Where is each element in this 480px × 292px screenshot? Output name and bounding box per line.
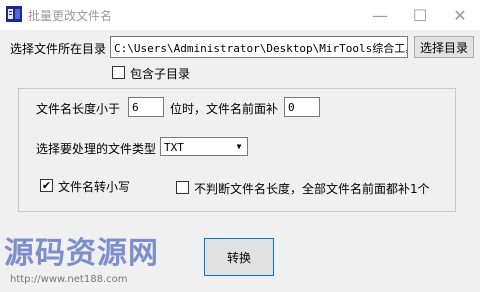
title-bar: 批量更改文件名 — ☐ ✕ bbox=[0, 0, 480, 30]
maximize-button[interactable]: ☐ bbox=[400, 0, 440, 30]
close-icon: ✕ bbox=[453, 5, 467, 25]
directory-input[interactable]: C:\Users\Administrator\Desktop\MirTools综… bbox=[110, 36, 408, 58]
include-subdirs-label: 包含子目录 bbox=[130, 67, 191, 81]
pad-char-input[interactable]: 0 bbox=[284, 97, 320, 117]
watermark-url: http://www.net188.com bbox=[10, 274, 128, 285]
close-button[interactable]: ✕ bbox=[440, 0, 480, 30]
convert-button[interactable]: 转换 bbox=[204, 238, 274, 276]
app-icon bbox=[6, 6, 22, 22]
no-length-check-checkbox[interactable] bbox=[176, 181, 189, 194]
minimize-button[interactable]: — bbox=[360, 0, 400, 30]
no-length-check-label: 不判断文件名长度，全部文件名前面都补1个 bbox=[194, 182, 430, 196]
file-type-value: TXT bbox=[164, 141, 184, 154]
directory-label: 选择文件所在目录 bbox=[10, 42, 107, 56]
file-type-label: 选择要处理的文件类型 bbox=[36, 142, 157, 156]
length-input[interactable]: 6 bbox=[128, 97, 164, 117]
minimize-icon: — bbox=[372, 5, 388, 25]
include-subdirs-checkbox[interactable] bbox=[112, 66, 125, 79]
pad-label: 位时，文件名前面补 bbox=[170, 102, 279, 116]
window-title: 批量更改文件名 bbox=[28, 9, 113, 23]
lowercase-checkbox[interactable]: ✔ bbox=[40, 179, 53, 192]
length-label: 文件名长度小于 bbox=[36, 102, 121, 116]
maximize-icon: ☐ bbox=[412, 5, 428, 25]
file-type-select[interactable]: TXT ▼ bbox=[160, 137, 248, 156]
browse-directory-button[interactable]: 选择目录 bbox=[414, 36, 474, 58]
lowercase-label: 文件名转小写 bbox=[58, 180, 131, 194]
chevron-down-icon: ▼ bbox=[236, 142, 242, 151]
watermark-text: 源码资源网 bbox=[4, 236, 159, 271]
